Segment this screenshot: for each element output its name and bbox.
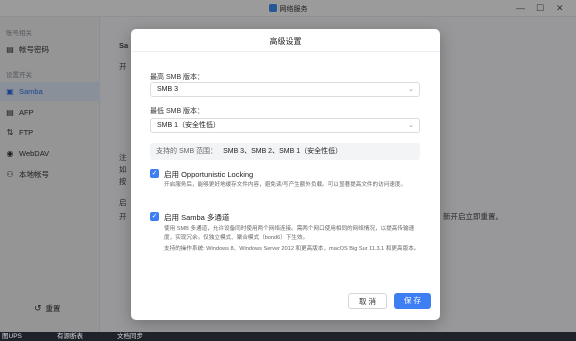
- oplock-label: 启用 Opportunistic Locking: [164, 170, 254, 179]
- min-smb-value: SMB 1（安全性低）: [157, 122, 221, 129]
- chevron-down-icon: ⌄: [408, 122, 414, 129]
- multichannel-os-support: 支持的操作系统: Windows 8、Windows Server 2012 和…: [164, 246, 420, 252]
- multichannel-label: 启用 Samba 多通道: [164, 213, 230, 222]
- taskbar-item-active-disconnect[interactable]: 有源断表: [57, 333, 83, 341]
- dialog-divider: [131, 51, 440, 52]
- smb-range-value: SMB 3、SMB 2、SMB 1（安全性低）: [223, 148, 343, 155]
- smb-range-label: 支持的 SMB 范围：: [156, 148, 218, 155]
- cancel-button[interactable]: 取 消: [348, 293, 387, 309]
- check-icon: ✓: [151, 213, 158, 220]
- min-smb-select[interactable]: SMB 1（安全性低） ⌄: [150, 118, 420, 133]
- max-smb-label: 最高 SMB 版本：: [150, 74, 205, 81]
- taskbar-item-ups[interactable]: 图UPS: [2, 333, 22, 341]
- dialog-title: 高级设置: [269, 37, 302, 46]
- min-smb-label: 最低 SMB 版本：: [150, 108, 205, 115]
- multichannel-checkbox[interactable]: ✓: [150, 212, 159, 221]
- multichannel-description: 使用 SMB 多通道，允许设备同时使用两个网络连接。需两个网口使用相同的网络情况…: [164, 226, 415, 241]
- advanced-settings-dialog: 高级设置 最高 SMB 版本： SMB 3 ⌄ 最低 SMB 版本： SMB 1…: [131, 29, 440, 320]
- oplock-checkbox[interactable]: ✓: [150, 169, 159, 178]
- taskbar: 图UPS 有源断表 文档同步: [0, 332, 576, 341]
- check-icon: ✓: [151, 170, 158, 177]
- save-button[interactable]: 保 存: [394, 293, 431, 309]
- taskbar-item-document-sync[interactable]: 文档同步: [117, 333, 143, 341]
- smb-range-info: 支持的 SMB 范围： SMB 3、SMB 2、SMB 1（安全性低）: [150, 143, 420, 160]
- max-smb-value: SMB 3: [157, 86, 179, 93]
- max-smb-select[interactable]: SMB 3 ⌄: [150, 82, 420, 97]
- oplock-description: 开启服务后，能够更好地缓存文件内容，避免读/写产生额外负载。可以显著提高文件的访…: [164, 182, 407, 188]
- chevron-down-icon: ⌄: [408, 86, 414, 93]
